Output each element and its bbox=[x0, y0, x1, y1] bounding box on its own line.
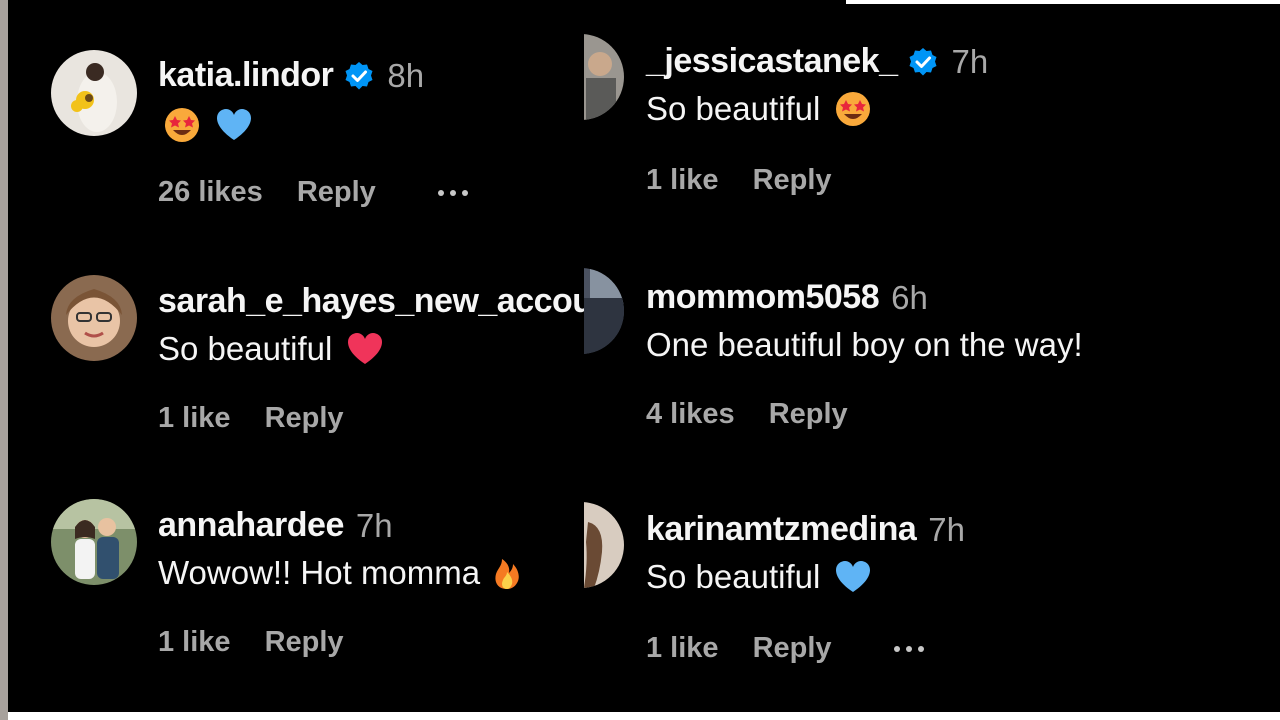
reply-button[interactable]: Reply bbox=[769, 398, 848, 431]
comment-time: 7h bbox=[355, 506, 393, 544]
more-options-icon[interactable] bbox=[893, 645, 924, 652]
comment-time: 6h bbox=[891, 278, 928, 316]
reply-button[interactable]: Reply bbox=[265, 626, 344, 659]
blue-heart-emoji bbox=[215, 106, 253, 144]
reply-button[interactable]: Reply bbox=[753, 632, 832, 665]
star-struck-emoji bbox=[834, 90, 872, 128]
avatar[interactable] bbox=[51, 499, 137, 585]
window-edge bbox=[0, 0, 8, 720]
comment-time: 8h bbox=[387, 56, 425, 94]
reply-button[interactable]: Reply bbox=[297, 176, 376, 209]
avatar[interactable] bbox=[584, 34, 624, 120]
avatar[interactable] bbox=[584, 502, 624, 588]
username[interactable]: _jessicastanek_ bbox=[646, 42, 898, 81]
username[interactable]: annahardee bbox=[158, 506, 344, 545]
comment-text: So beautiful bbox=[646, 90, 821, 127]
avatar[interactable] bbox=[51, 50, 137, 136]
like-count[interactable]: 1 like bbox=[646, 164, 719, 197]
star-struck-emoji bbox=[163, 106, 201, 144]
like-count[interactable]: 4 likes bbox=[646, 398, 735, 431]
comment-text: So beautiful bbox=[158, 330, 333, 367]
username[interactable]: sarah_e_hayes_new_accou bbox=[158, 282, 584, 321]
username[interactable]: katia.lindor bbox=[158, 56, 334, 95]
red-heart-emoji bbox=[346, 330, 384, 368]
comment-time: 7h bbox=[951, 42, 989, 80]
verified-badge-icon bbox=[343, 60, 375, 92]
avatar[interactable] bbox=[584, 268, 624, 354]
comments-panel-left: katia.lindor 8h 26 likes Reply sarah_e_h… bbox=[8, 0, 584, 712]
like-count[interactable]: 1 like bbox=[158, 402, 231, 435]
more-options-icon[interactable] bbox=[437, 189, 468, 196]
comments-panel-right: _jessicastanek_ 7h So beautiful 1 like R… bbox=[584, 4, 1280, 712]
like-count[interactable]: 1 like bbox=[646, 632, 719, 665]
username[interactable]: mommom5058 bbox=[646, 278, 880, 317]
comment-text: So beautiful bbox=[646, 558, 821, 595]
fire-emoji bbox=[488, 554, 526, 592]
reply-button[interactable]: Reply bbox=[753, 164, 832, 197]
comment-text: Wowow!! Hot momma bbox=[158, 554, 481, 591]
verified-badge-icon bbox=[907, 46, 939, 78]
like-count[interactable]: 1 like bbox=[158, 626, 231, 659]
divider bbox=[8, 712, 1280, 720]
username[interactable]: karinamtzmedina bbox=[646, 510, 917, 549]
comment-text: One beautiful boy on the way! bbox=[646, 326, 1083, 363]
avatar[interactable] bbox=[51, 275, 137, 361]
blue-heart-emoji bbox=[834, 558, 872, 596]
like-count[interactable]: 26 likes bbox=[158, 176, 263, 209]
reply-button[interactable]: Reply bbox=[265, 402, 344, 435]
comment-time: 7h bbox=[928, 510, 965, 548]
